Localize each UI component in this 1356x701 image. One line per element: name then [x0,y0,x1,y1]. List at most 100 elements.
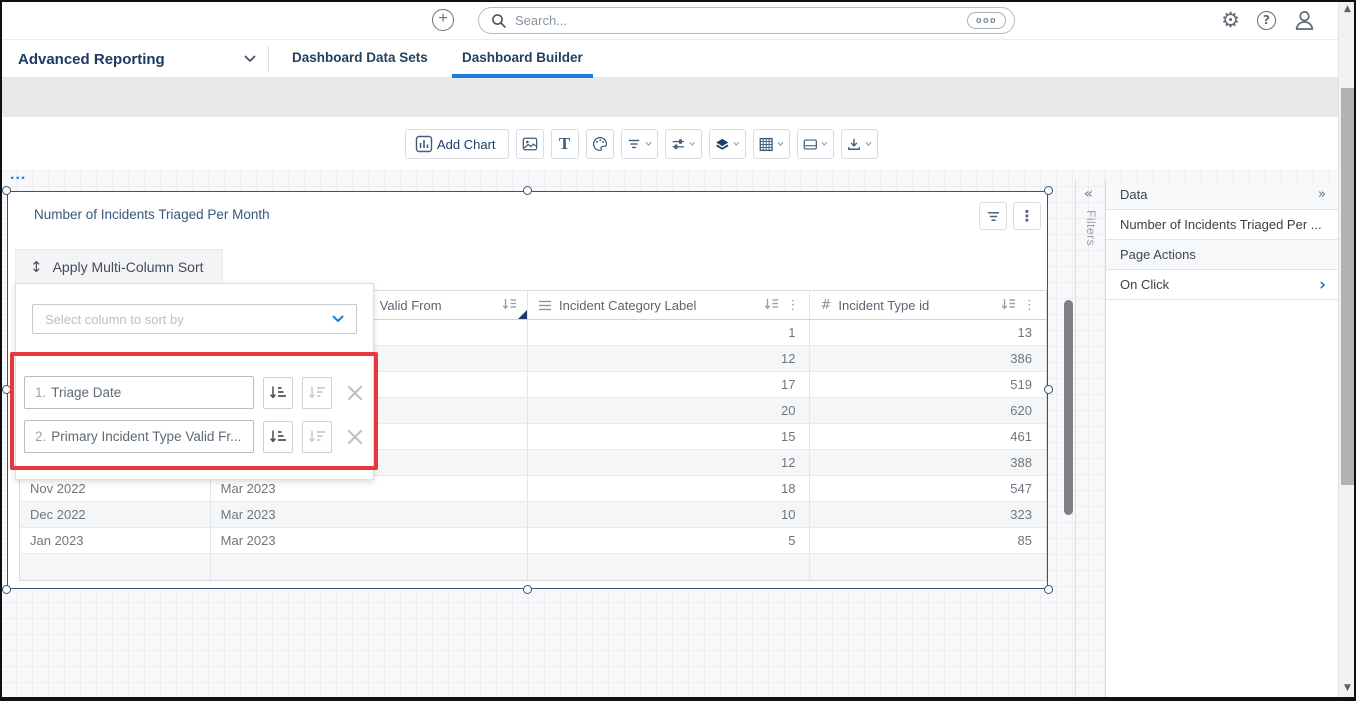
collapse-panel-icon[interactable]: « [1084,186,1093,202]
add-chart-button[interactable]: Add Chart [405,129,509,159]
kebab-menu-icon[interactable]: ⋮ [1023,298,1036,313]
chevron-down-icon [777,141,784,147]
resize-handle-bottom-left[interactable] [2,585,11,594]
app-switcher[interactable]: Advanced Reporting [18,40,256,78]
chart-panel[interactable]: Number of Incidents Triaged Per Month ⋮ … [7,191,1048,589]
page-scrollbar[interactable]: ▲ ▼ [1338,0,1356,701]
text-icon: T [559,136,570,152]
resize-handle-middle-right[interactable] [1044,385,1053,394]
search-options-button[interactable]: ooo [967,12,1006,29]
builder-toolbar: Add Chart T [0,117,1356,170]
chevron-down-icon [689,141,695,147]
sort-descending-button[interactable] [302,377,332,409]
tab-dashboard-builder[interactable]: Dashboard Builder [452,40,593,78]
sort-ascending-button[interactable] [263,377,293,409]
dashboard-builder-app: + ooo ⚙ ? Advanced Reporting Dash [0,0,1356,701]
table-row[interactable] [20,554,1046,580]
scroll-down-arrow[interactable]: ▼ [1339,683,1356,693]
close-icon [345,383,365,403]
table-cell: 547 [810,476,1046,501]
panel-filter-button[interactable] [979,202,1007,230]
user-profile-icon[interactable] [1293,9,1316,31]
section-title: Page Actions [1120,247,1196,262]
tab-dashboard-data-sets[interactable]: Dashboard Data Sets [282,40,438,78]
filters-vertical-tab[interactable]: Filters [1084,210,1098,246]
filter-lines-icon [986,210,1001,223]
kebab-menu-icon[interactable]: ⋮ [786,298,799,313]
search-input[interactable] [515,13,967,28]
sort-descending-button[interactable] [302,421,332,453]
action-label: On Click [1120,277,1169,292]
sort-lines-icon[interactable] [1001,298,1016,313]
sort-ascending-button[interactable] [263,421,293,453]
sort-updown-icon: ↕ [30,258,43,276]
resize-handle-top-left[interactable] [2,186,11,195]
on-click-action-item[interactable]: On Click › [1106,270,1338,300]
sort-field-1[interactable]: 1. Triage Date [24,376,254,409]
sort-column-name: Primary Incident Type Valid Fr... [51,429,241,444]
help-icon[interactable]: ? [1257,11,1276,30]
table-cell: 386 [810,346,1046,371]
sort-row-2: 2. Primary Incident Type Valid Fr... [24,420,367,453]
table-cell: 323 [810,502,1046,527]
nav-divider [268,46,269,72]
sorted-indicator [518,310,527,319]
export-tool-button[interactable] [841,129,878,159]
canvas-scrollbar-thumb[interactable] [1064,300,1073,515]
theme-palette-button[interactable] [586,129,614,159]
table-cell [810,554,1046,580]
grid-tool-button[interactable] [753,129,790,159]
global-search[interactable]: ooo [478,7,1015,34]
apply-multi-column-sort-tab[interactable]: ↕ Apply Multi-Column Sort [15,249,223,283]
sort-field-2[interactable]: 2. Primary Incident Type Valid Fr... [24,420,254,453]
table-cell: 15 [528,424,810,449]
sort-column-name: Triage Date [51,385,121,400]
sort-lines-icon[interactable] [502,298,517,313]
remove-sort-button[interactable] [343,425,367,449]
table-cell: 519 [810,372,1046,397]
layout-tool-button[interactable] [797,129,834,159]
scroll-up-arrow[interactable]: ▲ [1339,4,1356,14]
column-header-incident-type-id[interactable]: # Incident Type id ⋮ [810,291,1046,319]
header-spacer [0,78,1356,117]
sort-column-dropdown[interactable]: Select column to sort by [32,304,357,334]
number-type-icon: # [820,298,831,313]
table-cell: 18 [528,476,810,501]
table-cell [20,554,211,580]
layers-icon [715,136,730,153]
panel-menu-button[interactable]: ⋮ [1013,202,1041,230]
chevron-right-icon: › [1319,272,1326,298]
settings-gear-icon[interactable]: ⚙ [1221,8,1240,32]
data-item-label: Number of Incidents Triaged Per ... [1120,217,1322,232]
chevron-down-icon [332,315,344,323]
data-item-incidents-triaged[interactable]: Number of Incidents Triaged Per ... [1106,210,1338,240]
data-section-header: Data » [1106,180,1338,210]
remove-sort-button[interactable] [343,381,367,405]
panel-drag-handle[interactable]: ... [10,168,26,182]
table-cell: 12 [528,450,810,475]
expand-panel-icon[interactable]: » [1318,187,1326,202]
filter-lines-icon [627,137,641,151]
add-image-button[interactable] [516,129,544,159]
table-cell: Mar 2023 [211,502,528,527]
sort-order-number: 2. [35,429,46,444]
sort-tab-label: Apply Multi-Column Sort [53,259,204,275]
table-row[interactable]: Jan 2023Mar 2023585 [20,528,1046,554]
layers-tool-button[interactable] [709,129,746,159]
table-cell: 1 [528,320,810,345]
resize-handle-top-center[interactable] [523,186,532,195]
add-text-button[interactable]: T [551,129,579,159]
resize-handle-bottom-center[interactable] [523,585,532,594]
resize-handle-middle-left[interactable] [2,385,11,394]
scrollbar-thumb[interactable] [1341,88,1354,485]
sliders-icon [671,136,686,152]
resize-handle-bottom-right[interactable] [1044,585,1053,594]
table-row[interactable]: Dec 2022Mar 202310323 [20,502,1046,528]
column-header-incident-category-label[interactable]: Incident Category Label ⋮ [528,291,810,319]
create-icon[interactable]: + [432,9,454,31]
resize-handle-top-right[interactable] [1044,186,1053,195]
filter-tool-button[interactable] [621,129,658,159]
sort-lines-icon[interactable] [764,298,779,313]
bar-chart-icon [415,135,433,153]
alignment-tool-button[interactable] [665,129,702,159]
